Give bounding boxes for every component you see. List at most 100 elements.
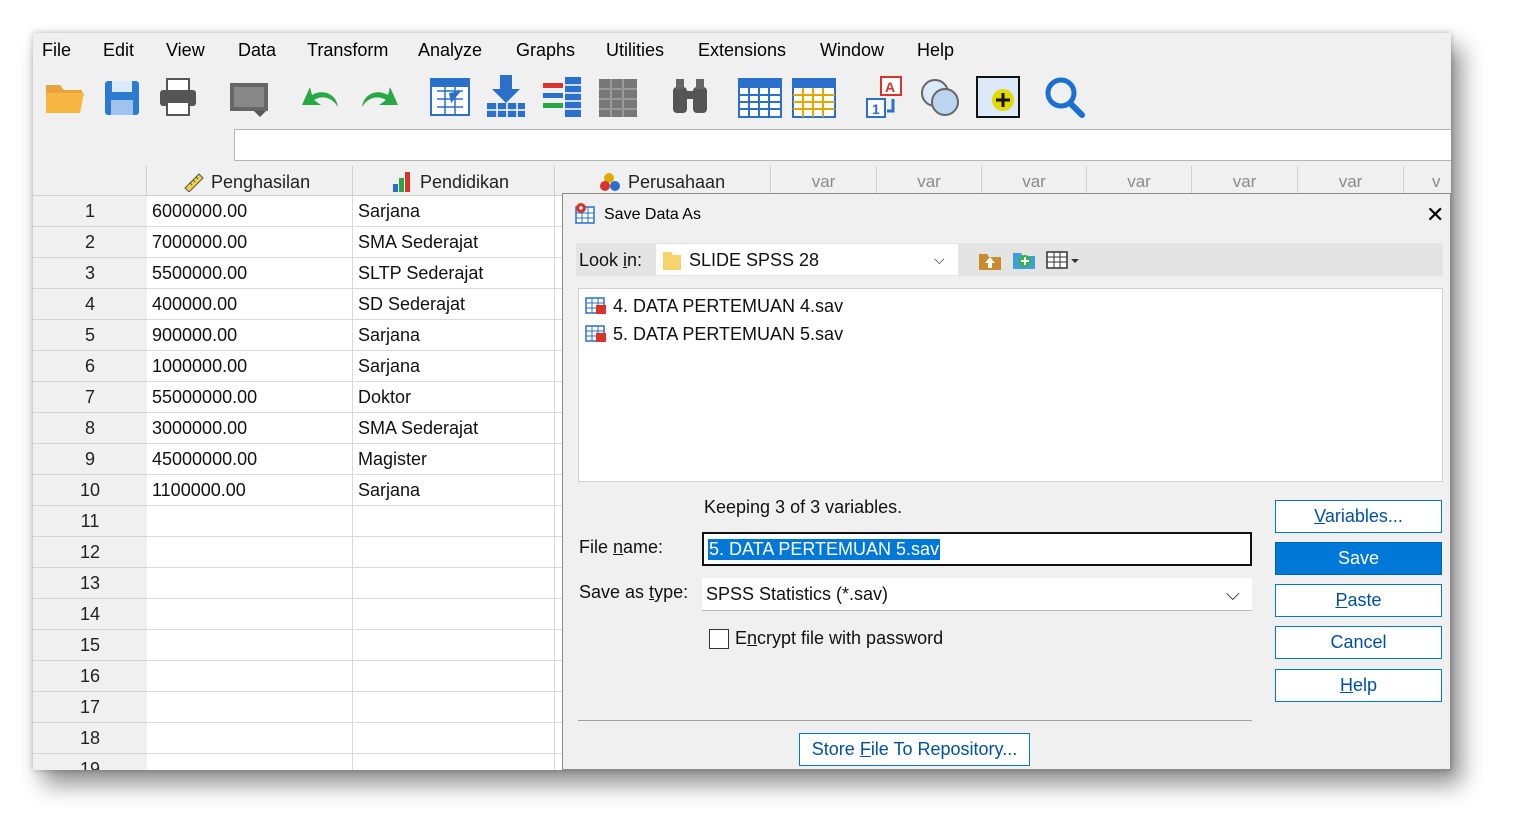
- row-number[interactable]: 13: [33, 568, 147, 599]
- print-icon[interactable]: [155, 73, 201, 121]
- menu-extensions[interactable]: Extensions: [698, 40, 786, 61]
- value-labels-icon[interactable]: [917, 73, 963, 121]
- insert-cases-icon[interactable]: [737, 73, 783, 121]
- use-variable-sets-icon[interactable]: [975, 73, 1021, 121]
- menu-edit[interactable]: Edit: [103, 40, 134, 61]
- row-number[interactable]: 18: [33, 723, 147, 754]
- table-cell[interactable]: [353, 537, 555, 568]
- table-cell[interactable]: Sarjana: [353, 196, 555, 227]
- save-as-type-dropdown[interactable]: SPSS Statistics (*.sav) ⌵: [702, 578, 1252, 611]
- column-header-var[interactable]: var: [982, 166, 1087, 196]
- list-item[interactable]: 4. DATA PERTEMUAN 4.sav: [585, 295, 843, 317]
- store-file-to-repository-button[interactable]: Store File To Repository...: [799, 733, 1030, 766]
- row-number[interactable]: 10: [33, 475, 147, 506]
- find-icon[interactable]: [667, 73, 713, 121]
- table-cell[interactable]: 400000.00: [147, 289, 353, 320]
- table-cell[interactable]: [147, 630, 353, 661]
- cancel-button[interactable]: Cancel: [1275, 626, 1442, 659]
- table-cell[interactable]: 6000000.00: [147, 196, 353, 227]
- table-cell[interactable]: 55000000.00: [147, 382, 353, 413]
- encrypt-checkbox[interactable]: [709, 629, 729, 649]
- row-number[interactable]: 17: [33, 692, 147, 723]
- row-number[interactable]: 11: [33, 506, 147, 537]
- table-cell[interactable]: [147, 692, 353, 723]
- undo-icon[interactable]: [298, 73, 344, 121]
- menu-help[interactable]: Help: [917, 40, 954, 61]
- menu-graphs[interactable]: Graphs: [516, 40, 575, 61]
- redo-icon[interactable]: [356, 73, 402, 121]
- table-cell[interactable]: Sarjana: [353, 351, 555, 382]
- table-cell[interactable]: Doktor: [353, 382, 555, 413]
- search-icon[interactable]: [1042, 73, 1088, 121]
- variables-button[interactable]: Variables...: [1275, 500, 1442, 533]
- menu-utilities[interactable]: Utilities: [606, 40, 664, 61]
- table-cell[interactable]: [353, 692, 555, 723]
- cell-editor-bar[interactable]: [234, 129, 1451, 161]
- row-number[interactable]: 7: [33, 382, 147, 413]
- column-header-pendidikan[interactable]: Pendidikan: [353, 166, 555, 196]
- menu-window[interactable]: Window: [820, 40, 884, 61]
- file-name-input[interactable]: 5. DATA PERTEMUAN 5.sav: [702, 532, 1252, 566]
- row-number[interactable]: 12: [33, 537, 147, 568]
- menu-view[interactable]: View: [166, 40, 205, 61]
- table-cell[interactable]: [147, 723, 353, 754]
- open-folder-icon[interactable]: [42, 73, 88, 121]
- encrypt-label[interactable]: Encrypt file with password: [735, 628, 943, 649]
- view-menu-icon[interactable]: [1046, 249, 1082, 276]
- table-cell[interactable]: [353, 630, 555, 661]
- table-cell[interactable]: 1100000.00: [147, 475, 353, 506]
- table-cell[interactable]: 3000000.00: [147, 413, 353, 444]
- column-header-var[interactable]: var: [877, 166, 982, 196]
- table-cell[interactable]: 1000000.00: [147, 351, 353, 382]
- help-button[interactable]: Help: [1275, 669, 1442, 702]
- menu-transform[interactable]: Transform: [307, 40, 388, 61]
- row-number[interactable]: 8: [33, 413, 147, 444]
- column-header-penghasilan[interactable]: Penghasilan: [147, 166, 353, 196]
- table-cell[interactable]: [147, 754, 353, 770]
- row-number[interactable]: 14: [33, 599, 147, 630]
- table-cell[interactable]: [353, 661, 555, 692]
- menu-analyze[interactable]: Analyze: [418, 40, 482, 61]
- variables-icon[interactable]: [539, 73, 585, 121]
- save-button[interactable]: Save: [1275, 542, 1442, 575]
- table-cell[interactable]: [353, 599, 555, 630]
- row-number[interactable]: 2: [33, 227, 147, 258]
- row-number[interactable]: 15: [33, 630, 147, 661]
- paste-button[interactable]: Paste: [1275, 584, 1442, 617]
- row-number[interactable]: 5: [33, 320, 147, 351]
- goto-variable-icon[interactable]: [483, 73, 529, 121]
- table-cell[interactable]: SMA Sederajat: [353, 227, 555, 258]
- row-number[interactable]: 4: [33, 289, 147, 320]
- table-cell[interactable]: [147, 568, 353, 599]
- table-cell[interactable]: [147, 537, 353, 568]
- row-number[interactable]: 16: [33, 661, 147, 692]
- column-header-var[interactable]: var: [1192, 166, 1298, 196]
- column-header-var[interactable]: var: [771, 166, 877, 196]
- table-cell[interactable]: 45000000.00: [147, 444, 353, 475]
- goto-case-icon[interactable]: [427, 73, 473, 121]
- table-cell[interactable]: SMA Sederajat: [353, 413, 555, 444]
- split-file-icon[interactable]: A1: [863, 73, 909, 121]
- column-header-var[interactable]: var: [1087, 166, 1192, 196]
- row-number[interactable]: 3: [33, 258, 147, 289]
- table-cell[interactable]: [147, 506, 353, 537]
- row-number[interactable]: 19: [33, 754, 147, 770]
- new-folder-icon[interactable]: [1012, 248, 1036, 275]
- file-list[interactable]: 4. DATA PERTEMUAN 4.sav 5. DATA PERTEMUA…: [578, 288, 1443, 482]
- close-icon[interactable]: ✕: [1426, 202, 1444, 228]
- table-cell[interactable]: [353, 754, 555, 770]
- column-header-var[interactable]: var: [1298, 166, 1404, 196]
- table-cell[interactable]: [353, 723, 555, 754]
- table-cell[interactable]: SLTP Sederajat: [353, 258, 555, 289]
- row-number[interactable]: 6: [33, 351, 147, 382]
- table-cell[interactable]: Sarjana: [353, 475, 555, 506]
- table-cell[interactable]: Sarjana: [353, 320, 555, 351]
- up-one-level-icon[interactable]: [978, 249, 1002, 276]
- column-header-perusahaan[interactable]: Perusahaan: [555, 166, 771, 196]
- menu-file[interactable]: File: [42, 40, 71, 61]
- table-cell[interactable]: [353, 506, 555, 537]
- list-item[interactable]: 5. DATA PERTEMUAN 5.sav: [585, 323, 843, 345]
- table-cell[interactable]: [147, 599, 353, 630]
- save-icon[interactable]: [99, 73, 145, 121]
- run-descriptive-icon[interactable]: [595, 73, 641, 121]
